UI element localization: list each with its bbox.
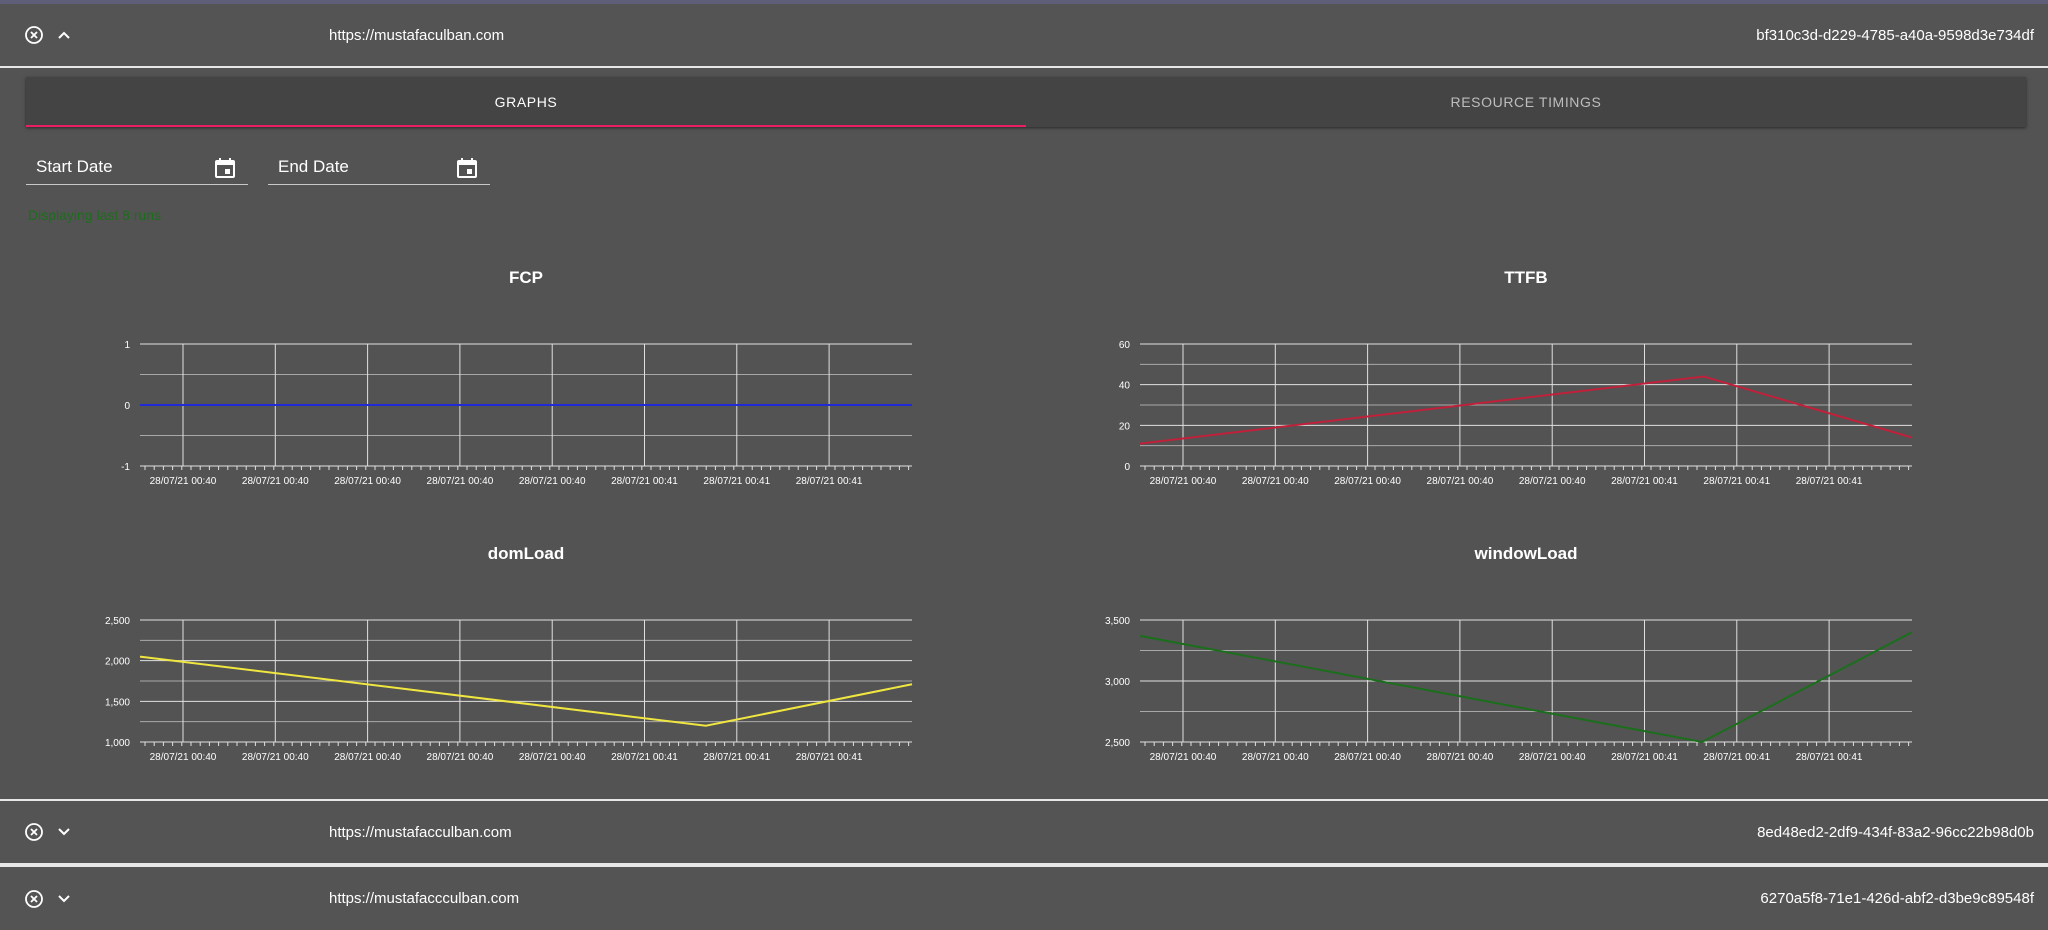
run-row-header[interactable]: https://mustafaccculban.com 6270a5f8-71e… [0,867,2048,930]
x-tick-label: 28/07/21 00:40 [1150,752,1217,763]
y-tick-label: 2,500 [105,616,130,627]
x-tick-label: 28/07/21 00:40 [1427,752,1494,763]
chart-title-windowload: windowLoad [1474,544,1578,563]
y-tick-label: 2,500 [1105,738,1130,749]
calendar-icon[interactable] [456,157,478,179]
x-tick-label: 28/07/21 00:40 [334,476,401,487]
end-date-label: End Date [278,157,349,176]
chart-title-ttfb: TTFB [1504,268,1548,287]
close-circle-icon[interactable] [22,23,46,47]
series-line [139,655,913,727]
x-tick-label: 28/07/21 00:41 [1611,752,1678,763]
windowload-chart: 2,500 3,000 3,500 28/07/21 00:40 28/07/21 00… [1105,616,1913,763]
x-tick-label: 28/07/21 00:40 [1334,752,1401,763]
run-id: bf310c3d-d229-4785-a40a-9598d3e734df [1756,26,2034,44]
y-tick-label: 20 [1119,421,1131,432]
chevron-up-icon[interactable] [52,23,76,47]
y-tick-label: 1,000 [105,738,130,749]
tab-graphs[interactable]: GRAPHS [26,77,1026,127]
close-circle-icon[interactable] [22,887,46,911]
x-tick-label: 28/07/21 00:40 [519,752,586,763]
x-tick-label: 28/07/21 00:41 [1796,476,1863,487]
start-date-field[interactable]: Start Date [26,148,248,185]
y-tick-label: 3,000 [1105,677,1130,688]
tab-bar: GRAPHS RESOURCE TIMINGS [26,77,2026,127]
x-tick-label: 28/07/21 00:40 [427,476,494,487]
run-id: 6270a5f8-71e1-426d-abf2-d3be9c89548f [1760,890,2034,907]
row-divider [0,66,2048,68]
x-tick-label: 28/07/21 00:41 [611,476,678,487]
run-id: 8ed48ed2-2df9-434f-83a2-96cc22b98d0b [1757,823,2034,841]
x-tick-label: 28/07/21 00:41 [1703,752,1770,763]
chevron-down-icon[interactable] [52,887,76,911]
y-tick-label: 60 [1119,340,1131,351]
calendar-icon[interactable] [214,157,236,179]
y-tick-label: 1 [124,340,130,351]
x-tick-label: 28/07/21 00:41 [796,752,863,763]
y-tick-label: 2,000 [105,657,130,668]
fcp-chart: -1 0 1 28/07/21 00:40 28/07/21 00:40 28/07/21… [121,340,913,487]
chevron-down-icon[interactable] [52,820,76,844]
x-tick-label: 28/07/21 00:40 [1427,476,1494,487]
x-tick-label: 28/07/21 00:40 [242,752,309,763]
x-tick-label: 28/07/21 00:40 [427,752,494,763]
x-tick-label: 28/07/21 00:40 [1150,476,1217,487]
ttfb-chart: 0 20 40 60 28/07/21 00:40 28/07/21 00:40 28/07… [1119,340,1913,487]
series-line [1139,631,1913,744]
x-tick-label: 28/07/21 00:41 [796,476,863,487]
x-tick-label: 28/07/21 00:41 [611,752,678,763]
x-tick-label: 28/07/21 00:40 [334,752,401,763]
x-tick-label: 28/07/21 00:40 [150,752,217,763]
run-url: https://mustafacculban.com [329,823,512,841]
y-tick-label: 3,500 [1105,616,1130,627]
chart-title-fcp: FCP [509,268,543,287]
tab-resource-timings[interactable]: RESOURCE TIMINGS [1026,77,2026,127]
x-tick-label: 28/07/21 00:40 [150,476,217,487]
run-row-header[interactable]: https://mustafacculban.com 8ed48ed2-2df9… [0,801,2048,863]
x-tick-label: 28/07/21 00:40 [519,476,586,487]
series-line [1139,375,1913,445]
run-url: https://mustafaccculban.com [329,890,520,907]
y-tick-label: 0 [124,401,130,412]
chart-title-domload: domLoad [487,544,565,563]
x-tick-label: 28/07/21 00:41 [1703,476,1770,487]
run-row-header[interactable]: https://mustafaculban.com bf310c3d-d229-… [0,4,2048,66]
status-message: Displaying last 8 runs [28,207,162,223]
x-tick-label: 28/07/21 00:40 [1242,752,1309,763]
run-url: https://mustafaculban.com [329,26,505,44]
x-tick-label: 28/07/21 00:40 [1334,476,1401,487]
x-tick-label: 28/07/21 00:40 [1242,476,1309,487]
y-tick-label: 40 [1119,381,1131,392]
y-tick-label: 1,500 [105,697,130,708]
x-tick-label: 28/07/21 00:40 [1519,476,1586,487]
start-date-label: Start Date [36,157,113,176]
x-tick-label: 28/07/21 00:40 [1519,752,1586,763]
y-tick-label: -1 [121,462,130,473]
x-tick-label: 28/07/21 00:41 [1796,752,1863,763]
domload-chart: 1,000 1,500 2,000 2,500 28/07/21 00:40 28/07/… [105,616,913,763]
x-tick-label: 28/07/21 00:41 [703,476,770,487]
x-tick-label: 28/07/21 00:41 [1611,476,1678,487]
y-tick-label: 0 [1124,462,1130,473]
close-circle-icon[interactable] [22,820,46,844]
x-tick-label: 28/07/21 00:40 [242,476,309,487]
end-date-field[interactable]: End Date [268,148,490,185]
x-tick-label: 28/07/21 00:41 [703,752,770,763]
